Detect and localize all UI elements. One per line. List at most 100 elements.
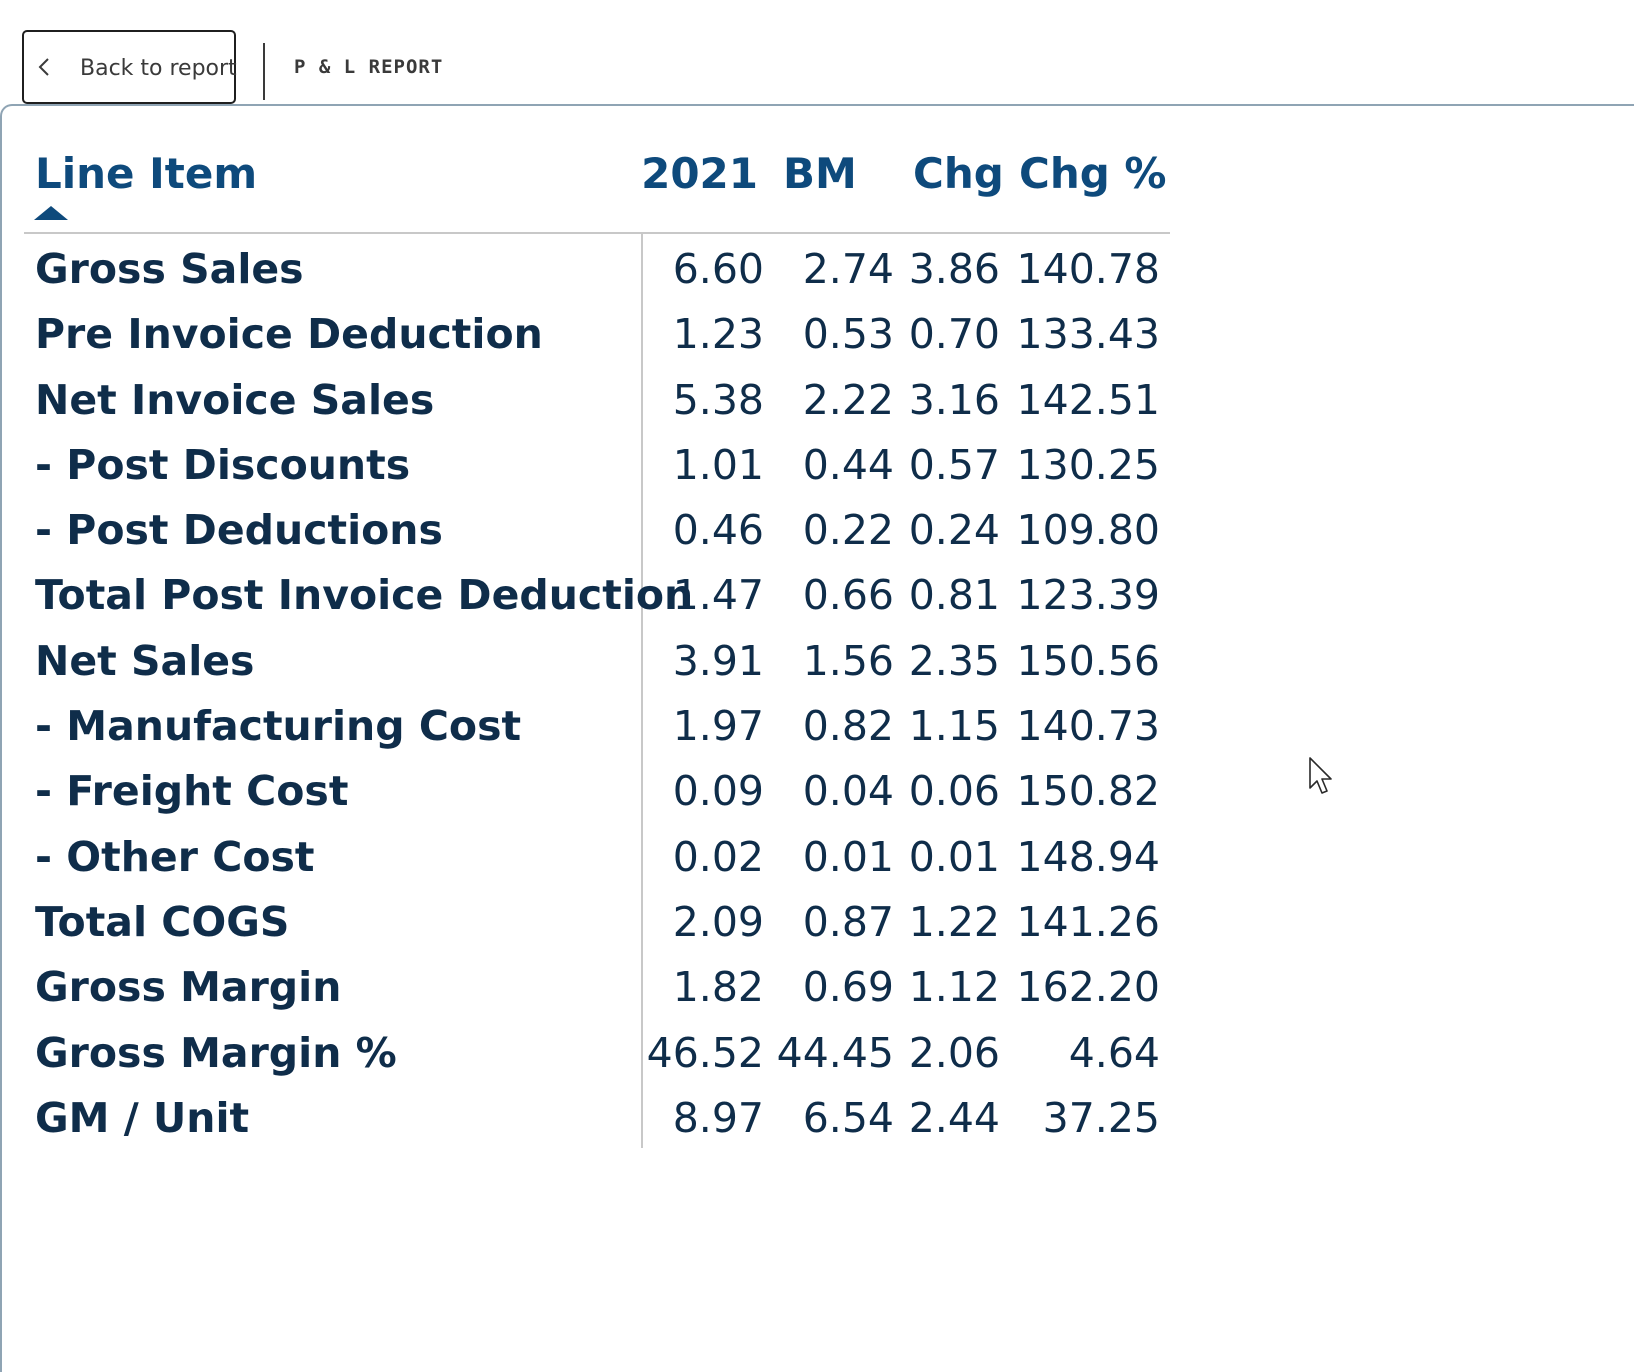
value-chg-cell: 0.06 — [908, 767, 1000, 816]
value-chg-pct-cell: 150.82 — [1016, 767, 1160, 816]
value-2021-cell: 1.47 — [672, 571, 764, 620]
page-title: P & L REPORT — [294, 56, 444, 78]
top-bar: Back to report P & L REPORT — [0, 0, 1634, 110]
value-2021-cell: 3.91 — [672, 636, 764, 685]
value-2021-cell: 5.38 — [672, 375, 764, 424]
value-2021-cell: 1.82 — [672, 963, 764, 1012]
back-to-report-button[interactable]: Back to report — [22, 30, 237, 104]
value-bm-cell: 1.56 — [802, 636, 894, 685]
value-chg-pct-cell: 162.20 — [1016, 963, 1160, 1012]
column-header-chg-pct[interactable]: Chg % — [1019, 148, 1167, 200]
table-row[interactable]: Net Sales 3.91 1.56 2.35 150.56 — [24, 629, 1170, 694]
header-divider — [263, 43, 265, 100]
value-chg-pct-cell: 123.39 — [1016, 571, 1160, 620]
table-body: Gross Sales 6.60 2.74 3.86 140.78 Pre In… — [24, 237, 1170, 1151]
table-row[interactable]: - Post Deductions 0.46 0.22 0.24 109.80 — [24, 498, 1170, 563]
table-row[interactable]: - Other Cost 0.02 0.01 0.01 148.94 — [24, 825, 1170, 890]
value-chg-pct-cell: 130.25 — [1016, 440, 1160, 489]
value-bm-cell: 0.01 — [802, 832, 894, 881]
value-2021-cell: 1.97 — [672, 702, 764, 751]
pl-matrix-table: Line Item 2021 BM Chg Chg % Gross Sales … — [24, 140, 1170, 1150]
line-item-cell: Gross Margin — [35, 963, 342, 1012]
value-2021-cell: 8.97 — [672, 1093, 764, 1142]
table-row[interactable]: Total Post Invoice Deduction 1.47 0.66 0… — [24, 563, 1170, 628]
value-bm-cell: 0.69 — [802, 963, 894, 1012]
value-bm-cell: 0.44 — [802, 440, 894, 489]
column-header-2021[interactable]: 2021 — [624, 148, 758, 200]
value-chg-cell: 1.15 — [908, 702, 1000, 751]
value-chg-cell: 2.44 — [908, 1093, 1000, 1142]
line-item-cell: Total COGS — [35, 897, 290, 946]
value-chg-cell: 1.22 — [908, 897, 1000, 946]
table-row[interactable]: Gross Margin 1.82 0.69 1.12 162.20 — [24, 955, 1170, 1020]
value-bm-cell: 2.22 — [802, 375, 894, 424]
table-row[interactable]: Gross Margin % 46.52 44.45 2.06 4.64 — [24, 1021, 1170, 1086]
table-row[interactable]: Pre Invoice Deduction 1.23 0.53 0.70 133… — [24, 302, 1170, 367]
value-bm-cell: 44.45 — [776, 1028, 894, 1077]
table-row[interactable]: Total COGS 2.09 0.87 1.22 141.26 — [24, 890, 1170, 955]
chevron-left-icon — [38, 58, 49, 76]
value-chg-cell: 0.24 — [908, 506, 1000, 555]
table-row[interactable]: Gross Sales 6.60 2.74 3.86 140.78 — [24, 237, 1170, 302]
line-item-cell: Total Post Invoice Deduction — [35, 571, 694, 620]
value-2021-cell: 1.23 — [672, 310, 764, 359]
value-2021-cell: 0.46 — [672, 506, 764, 555]
value-2021-cell: 2.09 — [672, 897, 764, 946]
line-item-cell: - Post Deductions — [35, 506, 443, 555]
value-chg-pct-cell: 37.25 — [1042, 1093, 1160, 1142]
value-bm-cell: 2.74 — [802, 245, 894, 293]
line-item-cell: Gross Margin % — [35, 1028, 397, 1077]
value-2021-cell: 0.09 — [672, 767, 764, 816]
line-item-cell: Net Sales — [35, 636, 255, 685]
value-chg-cell: 0.81 — [908, 571, 1000, 620]
value-chg-pct-cell: 140.78 — [1016, 245, 1160, 293]
table-row[interactable]: Net Invoice Sales 5.38 2.22 3.16 142.51 — [24, 368, 1170, 433]
line-item-cell: - Other Cost — [35, 832, 315, 881]
value-2021-cell: 46.52 — [646, 1028, 764, 1077]
line-item-cell: - Manufacturing Cost — [35, 702, 522, 751]
value-chg-cell: 1.12 — [908, 963, 1000, 1012]
line-item-cell: Net Invoice Sales — [35, 375, 435, 424]
value-bm-cell: 0.66 — [802, 571, 894, 620]
table-row[interactable]: - Manufacturing Cost 1.97 0.82 1.15 140.… — [24, 694, 1170, 759]
line-item-cell: - Post Discounts — [35, 440, 411, 489]
value-chg-pct-cell: 141.26 — [1016, 897, 1160, 946]
value-bm-cell: 0.82 — [802, 702, 894, 751]
value-chg-pct-cell: 133.43 — [1016, 310, 1160, 359]
line-item-cell: GM / Unit — [35, 1093, 250, 1142]
value-chg-cell: 3.16 — [908, 375, 1000, 424]
mouse-pointer-icon — [1309, 757, 1332, 794]
value-chg-pct-cell: 142.51 — [1016, 375, 1160, 424]
value-chg-pct-cell: 148.94 — [1016, 832, 1160, 881]
value-chg-cell: 2.06 — [908, 1028, 1000, 1077]
value-2021-cell: 0.02 — [672, 832, 764, 881]
value-2021-cell: 1.01 — [672, 440, 764, 489]
table-row[interactable]: - Freight Cost 0.09 0.04 0.06 150.82 — [24, 759, 1170, 824]
value-2021-cell: 6.60 — [672, 245, 764, 293]
value-chg-pct-cell: 150.56 — [1016, 636, 1160, 685]
value-chg-pct-cell: 109.80 — [1016, 506, 1160, 555]
column-header-chg[interactable]: Chg — [913, 148, 1004, 200]
sort-ascending-icon[interactable] — [34, 206, 68, 220]
value-chg-cell: 2.35 — [908, 636, 1000, 685]
value-chg-cell: 0.57 — [908, 440, 1000, 489]
column-header-line-item[interactable]: Line Item — [35, 148, 257, 200]
value-chg-cell: 0.70 — [908, 310, 1000, 359]
value-chg-cell: 3.86 — [908, 245, 1000, 293]
value-chg-cell: 0.01 — [908, 832, 1000, 881]
value-bm-cell: 0.87 — [802, 897, 894, 946]
value-chg-pct-cell: 140.73 — [1016, 702, 1160, 751]
back-to-report-label: Back to report — [80, 56, 237, 81]
column-header-bm[interactable]: BM — [783, 148, 857, 200]
table-row[interactable]: - Post Discounts 1.01 0.44 0.57 130.25 — [24, 433, 1170, 498]
line-item-cell: - Freight Cost — [35, 767, 349, 816]
line-item-cell: Gross Sales — [35, 245, 304, 293]
table-row[interactable]: GM / Unit 8.97 6.54 2.44 37.25 — [24, 1086, 1170, 1151]
header-divider-rule — [24, 232, 1170, 234]
value-bm-cell: 0.53 — [802, 310, 894, 359]
line-item-cell: Pre Invoice Deduction — [35, 310, 543, 359]
value-chg-pct-cell: 4.64 — [1068, 1028, 1160, 1077]
value-bm-cell: 0.04 — [802, 767, 894, 816]
value-bm-cell: 0.22 — [802, 506, 894, 555]
value-bm-cell: 6.54 — [802, 1093, 894, 1142]
